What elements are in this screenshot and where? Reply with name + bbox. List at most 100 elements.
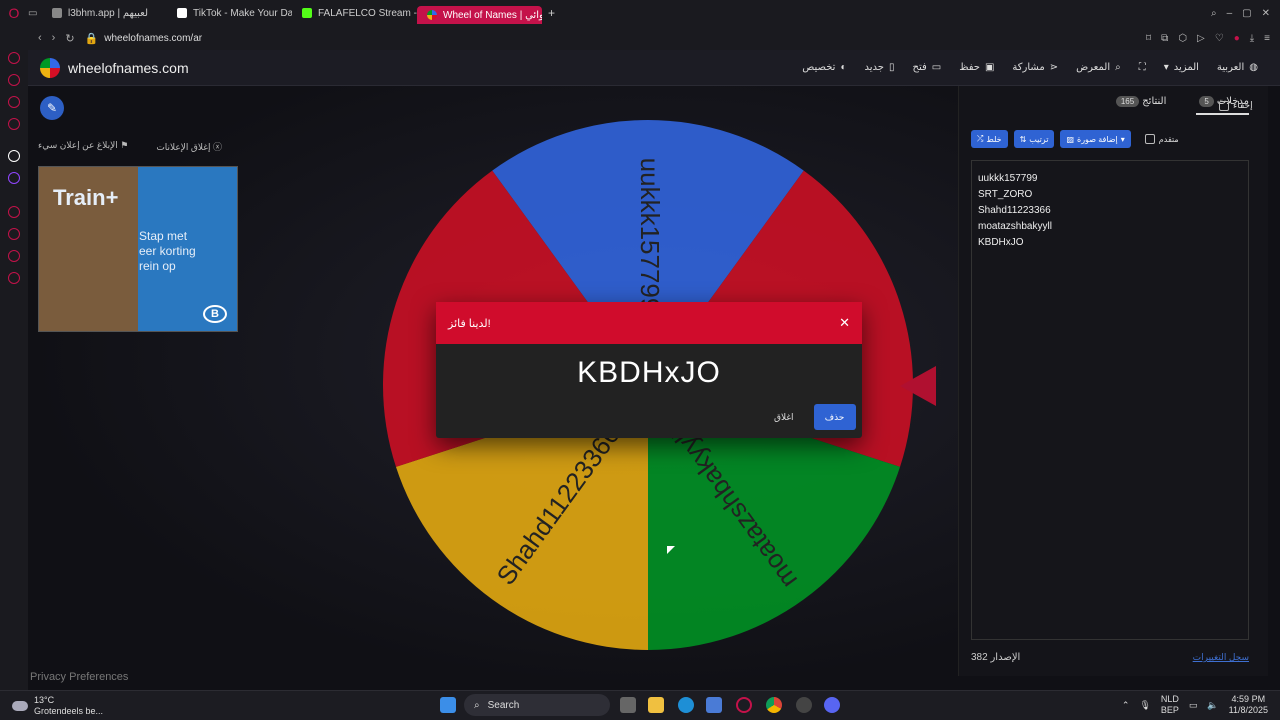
report-ad-link[interactable]: الإبلاغ عن إعلان سيء ⚑ xyxy=(38,140,128,153)
tab-menu-icon[interactable]: ▭ xyxy=(28,8,42,19)
advanced-toggle[interactable]: متقدم xyxy=(1144,134,1179,144)
chevron-up-icon[interactable]: ⌃ xyxy=(1122,700,1130,711)
open-button[interactable]: ▭ فتح xyxy=(913,62,942,73)
new-tab-button[interactable]: + xyxy=(548,6,555,20)
tab-l3bhm[interactable]: l3bhm.app | لعبيهم xyxy=(42,0,167,26)
aria-icon[interactable] xyxy=(8,52,20,64)
flag-icon: ⚑ xyxy=(120,140,129,150)
pencil-icon: ✎ xyxy=(46,101,58,115)
browser-tab-bar: O ▭ l3bhm.app | لعبيهم TikTok - Make You… xyxy=(0,0,1280,26)
app-menu: ◍ العربية المزيد ▾ ⛶ ⌕ المعرض ⋖ مشاركة ▣ حفظ … xyxy=(802,62,1280,73)
shuffle-button[interactable]: ⤮ خلط xyxy=(971,130,1008,148)
edit-button[interactable]: ✎ xyxy=(40,96,64,120)
twitch-icon[interactable] xyxy=(8,172,20,184)
close-window-icon[interactable]: ✕ xyxy=(1262,8,1270,19)
settings-icon[interactable] xyxy=(8,272,20,284)
reload-icon[interactable]: ↻ xyxy=(65,32,74,45)
back-icon[interactable]: ‹ xyxy=(38,32,42,44)
language-menu[interactable]: ◍ العربية xyxy=(1217,62,1258,73)
wheel-favicon-icon xyxy=(427,10,437,20)
opera-logo-icon[interactable]: O xyxy=(0,5,28,21)
customize-button[interactable]: ◐ تخصيص xyxy=(802,62,846,73)
network-icon[interactable]: ▭ xyxy=(1189,700,1198,711)
advertisement[interactable]: Train+ Stap met eer korting rein op B xyxy=(38,166,238,332)
advanced-checkbox[interactable] xyxy=(1144,134,1155,144)
search-tabs-icon[interactable]: ⌕ xyxy=(1211,8,1217,19)
remove-button[interactable]: حذف xyxy=(813,404,856,430)
close-ads-link[interactable]: إغلاق الإعلانات ⓧ xyxy=(156,140,222,153)
mic-icon[interactable]: 🎙 xyxy=(1139,700,1150,711)
hide-toggle[interactable]: إخفاء xyxy=(1219,100,1253,111)
fullscreen-icon: ⛶ xyxy=(1138,62,1146,73)
history-icon[interactable] xyxy=(8,228,20,240)
close-icon[interactable]: ✕ xyxy=(839,315,850,331)
extensions-icon[interactable] xyxy=(8,250,20,262)
clock[interactable]: 4:59 PM 11/8/2025 xyxy=(1229,694,1268,716)
tab-wheel-of-names[interactable]: Wheel of Names | عشوائي xyxy=(417,6,542,24)
save-button[interactable]: ▣ حفظ xyxy=(959,62,994,73)
maximize-icon[interactable]: ▢ xyxy=(1242,8,1251,19)
store-icon[interactable] xyxy=(706,697,722,713)
snapshot-icon[interactable]: ⧉ xyxy=(1161,33,1168,44)
gallery-button[interactable]: ⌕ المعرض xyxy=(1076,62,1121,73)
start-icon[interactable] xyxy=(440,697,456,713)
messenger-icon[interactable] xyxy=(8,74,20,86)
sort-button[interactable]: ⇅ ترتيب xyxy=(1013,130,1055,148)
changelog-link[interactable]: سجل التغييرات xyxy=(1193,652,1249,663)
task-view-icon[interactable] xyxy=(620,697,636,713)
file-icon: ▯ xyxy=(888,62,895,73)
new-button[interactable]: ▯ جديد xyxy=(865,62,895,73)
close-circle-icon: ⓧ xyxy=(213,142,223,152)
hide-checkbox[interactable] xyxy=(1219,100,1229,111)
entries-textarea[interactable]: uukkk157799 SRT_ZORO Shahd11223366 moata… xyxy=(971,160,1249,640)
steam-icon[interactable] xyxy=(796,697,812,713)
minimize-icon[interactable]: – xyxy=(1227,8,1233,19)
add-image-button[interactable]: ▨ إضافة صورة ▾ xyxy=(1060,130,1131,148)
opera-gx-icon[interactable] xyxy=(736,697,752,713)
tab-tiktok[interactable]: TikTok - Make Your Day xyxy=(167,0,292,26)
search-icon: ⌕ xyxy=(474,699,480,711)
player-icon[interactable] xyxy=(8,206,20,218)
file-explorer-icon[interactable] xyxy=(648,697,664,713)
play-icon[interactable]: ▷ xyxy=(1197,33,1205,44)
lock-icon: 🔒 xyxy=(84,32,99,45)
app-header: wheelofnames.com ◍ العربية المزيد ▾ ⛶ ⌕ الم… xyxy=(28,50,1280,86)
edge-icon[interactable] xyxy=(678,697,694,713)
panel-footer: الإصدار 382 سجل التغييرات xyxy=(971,652,1249,663)
fullscreen-button[interactable]: ⛶ xyxy=(1139,62,1146,73)
window-controls: ⌕ – ▢ ✕ xyxy=(1211,8,1280,19)
site-name[interactable]: wheelofnames.com xyxy=(68,60,189,76)
easy-setup-icon[interactable]: ≡ xyxy=(1264,33,1270,44)
taskbar-search[interactable]: ⌕ Search xyxy=(464,694,610,716)
weather-widget[interactable]: 13°C Grotendeels be... xyxy=(12,695,103,717)
site-logo-icon[interactable] xyxy=(40,57,60,78)
heart-icon[interactable]: ♡ xyxy=(1215,33,1224,44)
share-button[interactable]: ⋖ مشاركة xyxy=(1012,62,1058,73)
vpn-icon[interactable]: ⬡ xyxy=(1178,33,1187,44)
input-language[interactable]: NLD BEP xyxy=(1161,694,1179,716)
vk-icon[interactable] xyxy=(8,118,20,130)
bookmark-icon[interactable]: ⌑ xyxy=(1146,33,1151,44)
url-field[interactable]: wheelofnames.com/ar xyxy=(104,33,202,44)
more-menu[interactable]: المزيد ▾ xyxy=(1164,62,1199,73)
tab-results[interactable]: النتائج165 xyxy=(1113,96,1166,115)
mouse-cursor-icon xyxy=(667,546,675,554)
privacy-preferences-link[interactable]: Privacy Preferences xyxy=(30,671,128,683)
volume-icon[interactable]: 🔈 xyxy=(1207,700,1218,711)
cloud-icon xyxy=(12,701,28,711)
discord-icon[interactable] xyxy=(824,697,840,713)
download-icon[interactable]: ⤓ xyxy=(1250,33,1254,44)
kick-sidebar-icon[interactable] xyxy=(8,150,20,162)
forward-icon[interactable]: › xyxy=(52,32,56,44)
profile-icon[interactable]: ● xyxy=(1234,33,1240,44)
opera-sidebar xyxy=(0,26,28,690)
instagram-icon[interactable] xyxy=(8,96,20,108)
panel-tabs: مدخلات5 النتائج165 xyxy=(969,96,1249,115)
wheel-pointer-icon xyxy=(900,366,936,406)
address-bar: ‹ › ↻ 🔒 wheelofnames.com/ar ⌑ ⧉ ⬡ ▷ ♡ ● … xyxy=(28,26,1280,50)
ad-brand-logo: B xyxy=(203,305,227,323)
tab-falafelco[interactable]: FALAFELCO Stream - Wa xyxy=(292,0,417,26)
close-button[interactable]: اغلاق xyxy=(774,412,794,423)
entry-item: uukkk157799 xyxy=(978,173,1038,184)
chrome-icon[interactable] xyxy=(766,697,782,713)
